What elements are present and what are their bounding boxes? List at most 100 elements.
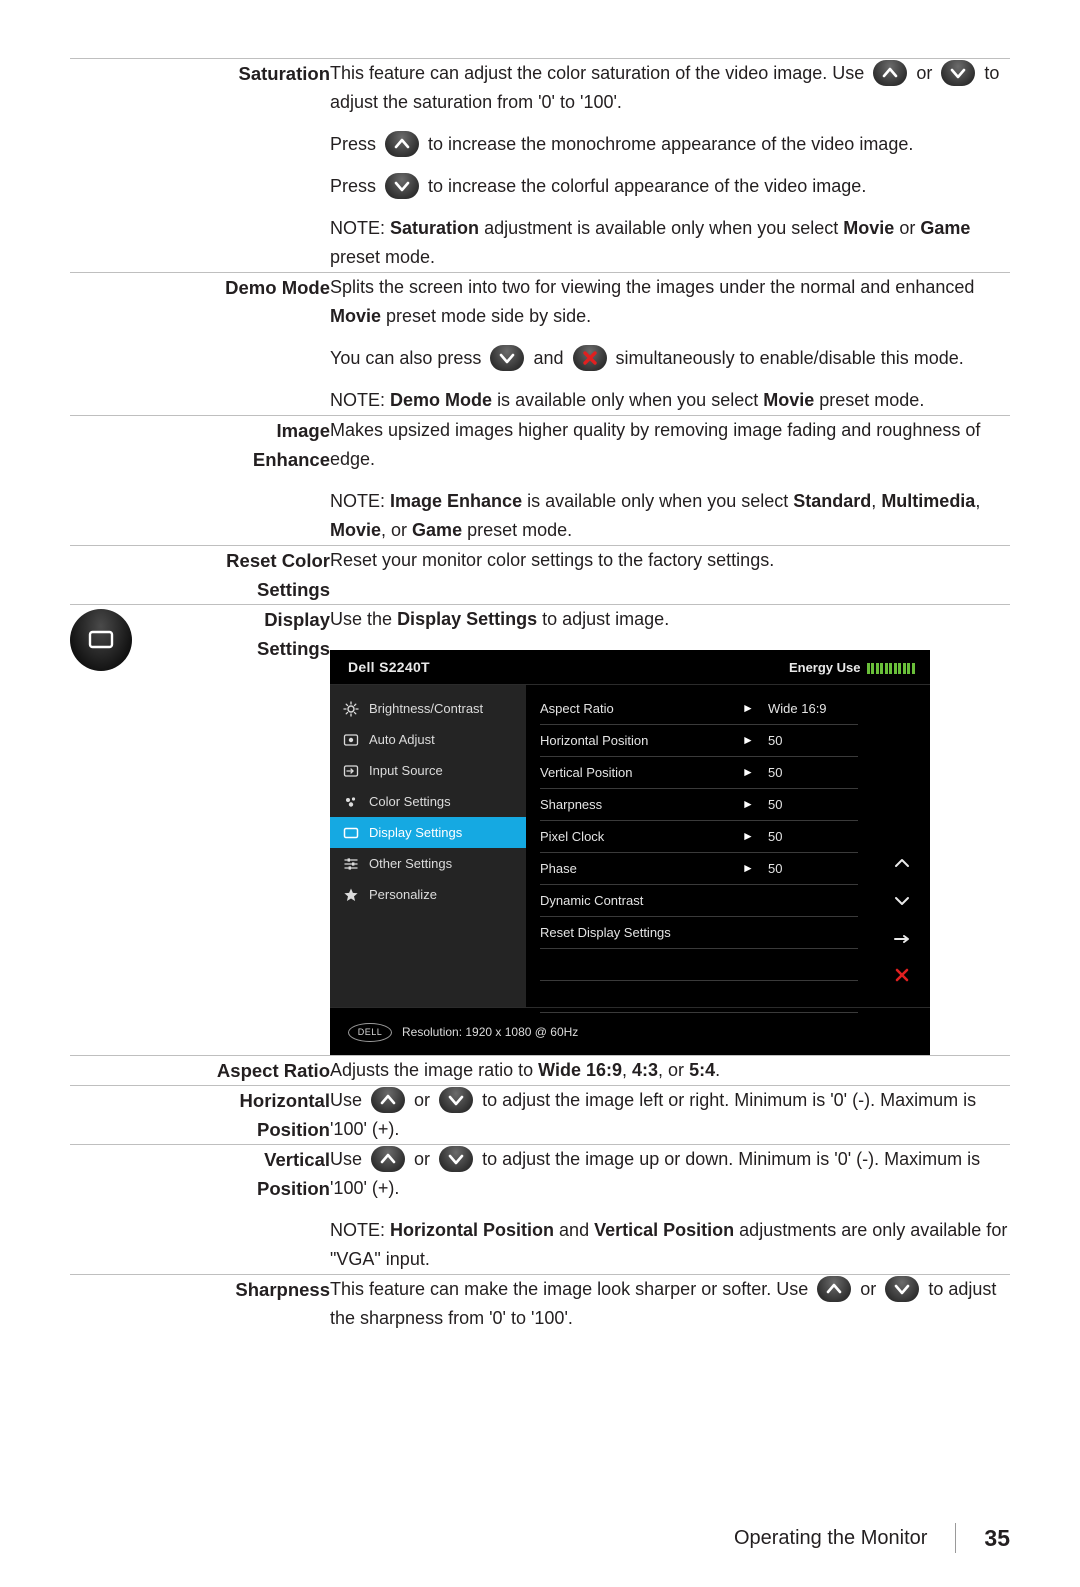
osd-exit-icon[interactable] — [892, 964, 912, 993]
osd-option-value: 50 — [768, 733, 783, 748]
hp-or: or — [414, 1090, 431, 1110]
aspect-bold-wide: Wide 16:9 — [538, 1060, 622, 1080]
image-enhance-note: NOTE: Image Enhance is available only wh… — [330, 487, 1010, 545]
osd-up-icon[interactable] — [892, 850, 912, 879]
osd-option-vertical-position[interactable]: Vertical Position ► 50 — [540, 757, 858, 789]
osd-resolution: Resolution: 1920 x 1080 @ 60Hz — [402, 1024, 579, 1039]
aspect-period: . — [715, 1060, 721, 1080]
lead-bold: Display Settings — [397, 609, 538, 629]
aspect-or: , or — [658, 1060, 685, 1080]
osd-menu-item-input-source[interactable]: Input Source — [330, 755, 526, 786]
osd-option-horizontal-position[interactable]: Horizontal Position ► 50 — [540, 725, 858, 757]
note-bold-movie: Movie — [843, 218, 895, 238]
osd-menu-label: Color Settings — [369, 794, 451, 809]
note-mid: is available only when you select — [497, 390, 759, 410]
osd-menu-item-display-settings[interactable]: Display Settings — [330, 817, 526, 848]
note-bold-movie: Movie — [763, 390, 815, 410]
row-body-demo-mode: Splits the screen into two for viewing t… — [330, 272, 1010, 416]
footer-divider — [955, 1523, 957, 1553]
osd-menu-item-other-settings[interactable]: Other Settings — [330, 848, 526, 879]
down-arrow-icon — [439, 1087, 474, 1113]
saturation-para-3: Press to increase the colorful appearanc… — [330, 172, 1010, 201]
note-bold-game: Game — [412, 520, 463, 540]
demo-text-1: Splits the screen into two for viewing t… — [330, 277, 975, 297]
note-bold-demo-mode: Demo Mode — [390, 390, 493, 410]
icon-cell — [70, 545, 132, 605]
note-bold-saturation: Saturation — [390, 218, 480, 238]
lead-text-2: to adjust image. — [542, 609, 670, 629]
table-row-aspect-ratio: Aspect Ratio Adjusts the image ratio to … — [70, 1055, 1010, 1086]
table-row-image-enhance: Image Enhance Makes upsized images highe… — [70, 415, 1010, 546]
osd-menu-item-personalize[interactable]: Personalize — [330, 879, 526, 910]
row-body-horizontal-position: Use or to adjust the image left or right… — [330, 1085, 1010, 1145]
row-label-sharpness: Sharpness — [132, 1274, 330, 1333]
energy-bars-icon — [866, 653, 917, 682]
table-row-reset-color-settings: Reset Color Settings Reset your monitor … — [70, 545, 1010, 605]
row-label-image-enhance: Image Enhance — [132, 415, 330, 546]
aspect-bold-54: 5:4 — [689, 1060, 716, 1080]
demo-text-2: preset mode side by side. — [386, 306, 592, 326]
osd-energy-use: Energy Use — [789, 653, 916, 682]
icon-cell — [70, 1055, 132, 1086]
note-end: preset mode. — [467, 520, 573, 540]
osd-menu-item-color-settings[interactable]: Color Settings — [330, 786, 526, 817]
osd-energy-label: Energy Use — [788, 659, 861, 675]
note-end: preset mode. — [819, 390, 925, 410]
osd-menu-item-auto-adjust[interactable]: Auto Adjust — [330, 724, 526, 755]
osd-option-value: 50 — [768, 861, 783, 876]
note-comma: , — [871, 491, 877, 511]
brightness-icon — [342, 700, 360, 718]
demo-text-4: simultaneously to enable/disable this mo… — [615, 348, 964, 368]
osd-option-sharpness[interactable]: Sharpness ► 50 — [540, 789, 858, 821]
up-arrow-icon — [385, 131, 420, 157]
osd-option-reset-display-settings[interactable]: Reset Display Settings ► — [540, 917, 858, 949]
row-body-aspect-ratio: Adjusts the image ratio to Wide 16:9, 4:… — [330, 1055, 1010, 1086]
saturation-press-1: Press — [330, 134, 377, 154]
play-arrow-icon: ► — [742, 861, 754, 875]
down-arrow-icon — [885, 1276, 920, 1302]
note-bold-multimedia: Multimedia — [881, 491, 976, 511]
osd-option-aspect-ratio[interactable]: Aspect Ratio ► Wide 16:9 — [540, 693, 858, 725]
footer-title: Operating the Monitor — [733, 1526, 928, 1549]
table-row-display-settings: Display Settings Use the Display Setting… — [70, 604, 1010, 1056]
row-body-reset-color: Reset your monitor color settings to the… — [330, 545, 1010, 605]
row-label-horizontal-position: Horizontal Position — [132, 1085, 330, 1145]
play-arrow-icon: ► — [742, 701, 754, 715]
note-mid: adjustment is available only when you se… — [484, 218, 839, 238]
osd-option-phase[interactable]: Phase ► 50 — [540, 853, 858, 885]
page-footer: Operating the Monitor 35 — [70, 1523, 1010, 1553]
note-prefix: NOTE: — [330, 1220, 386, 1240]
reset-color-para-1: Reset your monitor color settings to the… — [330, 550, 775, 570]
saturation-note: NOTE: Saturation adjustment is available… — [330, 214, 1010, 272]
osd-option-value: Wide 16:9 — [768, 701, 827, 716]
demo-text-3: You can also press — [330, 348, 482, 368]
aspect-comma: , — [622, 1060, 628, 1080]
osd-option-value: 50 — [768, 797, 783, 812]
osd-screenshot: Dell S2240T Energy Use Brightness/Contra… — [330, 650, 930, 1055]
osd-option-pixel-clock[interactable]: Pixel Clock ► 50 — [540, 821, 858, 853]
osd-option-label: Aspect Ratio — [540, 701, 614, 716]
display-settings-lead: Use the Display Settings to adjust image… — [330, 605, 1010, 634]
table-row-demo-mode: Demo Mode Splits the screen into two for… — [70, 272, 1010, 416]
sharp-text-1: This feature can make the image look sha… — [330, 1279, 809, 1299]
saturation-text-or: or — [916, 63, 933, 83]
aspect-ratio-para: Adjusts the image ratio to Wide 16:9, 4:… — [330, 1056, 1010, 1085]
color-settings-icon — [342, 793, 360, 811]
down-arrow-icon — [439, 1146, 474, 1172]
osd-down-icon[interactable] — [892, 888, 912, 917]
note-bold-horizontal-position: Horizontal Position — [390, 1220, 555, 1240]
osd-option-dynamic-contrast[interactable]: Dynamic Contrast ► — [540, 885, 858, 917]
settings-table: Saturation This feature can adjust the c… — [70, 58, 1010, 1333]
icon-cell — [70, 272, 132, 416]
osd-options-list: Aspect Ratio ► Wide 16:9 Horizontal Posi… — [526, 685, 874, 1013]
osd-enter-arrow-icon[interactable] — [892, 926, 912, 955]
image-enhance-para-1: Makes upsized images higher quality by r… — [330, 420, 981, 469]
row-body-saturation: This feature can adjust the color satura… — [330, 58, 1010, 273]
osd-menu-item-brightness-contrast[interactable]: Brightness/Contrast — [330, 693, 526, 724]
note-mid: is available only when you select — [527, 491, 789, 511]
dell-logo: DELL — [348, 1022, 392, 1042]
lead-text-1: Use the — [330, 609, 393, 629]
osd-option-label: Reset Display Settings — [540, 925, 671, 940]
other-settings-icon — [342, 855, 360, 873]
saturation-para-2: Press to increase the monochrome appeara… — [330, 130, 1010, 159]
